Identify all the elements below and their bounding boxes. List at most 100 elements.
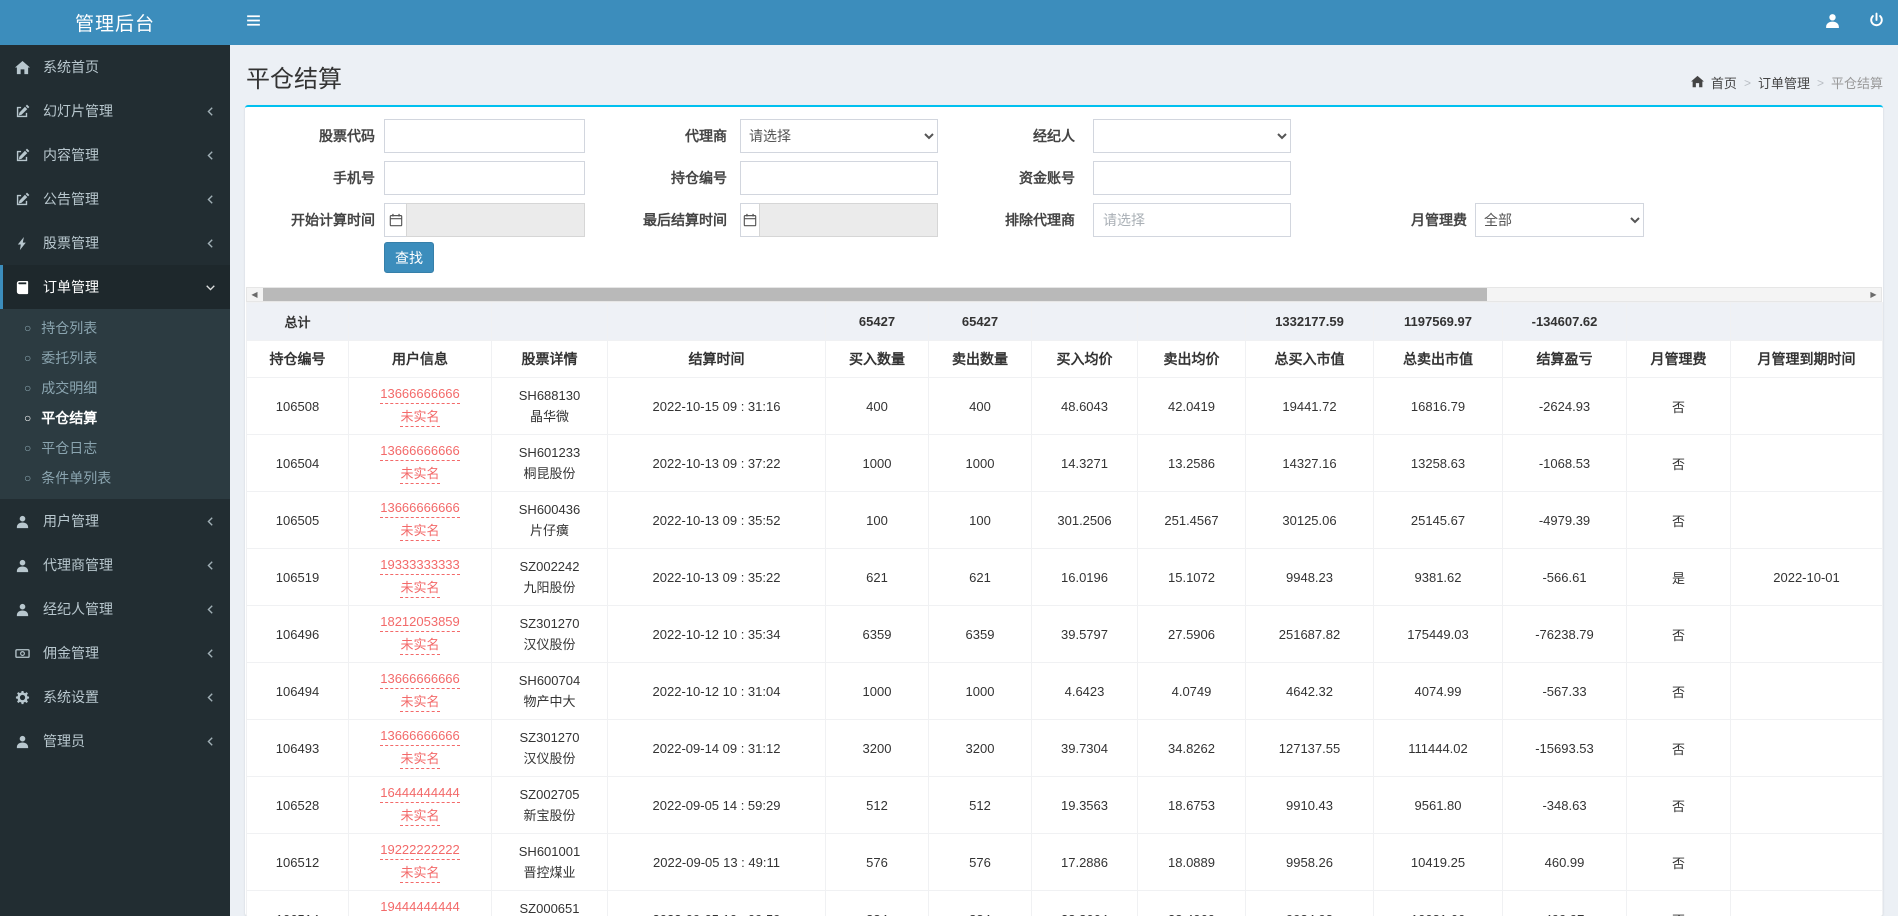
buy-avg-cell: 38.8664: [1031, 890, 1138, 916]
sidebar-item-1[interactable]: 幻灯片管理: [0, 89, 230, 133]
user-phone-link[interactable]: 13666666666: [380, 385, 460, 404]
profit-cell: -4979.39: [1502, 491, 1627, 549]
sidebar-toggle-button[interactable]: [230, 0, 276, 45]
breadcrumb-separator: >: [1743, 75, 1751, 90]
breadcrumb-section[interactable]: 订单管理: [1758, 73, 1810, 92]
fee-expire-cell: [1730, 833, 1883, 891]
stock-name: 汉仪股份: [523, 637, 576, 652]
sidebar-item-3[interactable]: 公告管理: [0, 177, 230, 221]
position-no-cell: 106528: [246, 776, 349, 834]
totals-cell: [348, 302, 492, 341]
user-phone-link[interactable]: 13666666666: [380, 670, 460, 689]
sidebar-subitem-4[interactable]: ○ 平仓日志: [0, 433, 230, 463]
circle-icon: ○: [24, 351, 32, 365]
fund-account-input[interactable]: [1093, 161, 1291, 195]
profit-cell: -15693.53: [1502, 719, 1627, 777]
sidebar-item-4[interactable]: 股票管理: [0, 221, 230, 265]
sell-qty-cell: 1000: [928, 662, 1032, 720]
user-phone-link[interactable]: 16444444444: [380, 784, 460, 803]
realname-status-link[interactable]: 未实名: [400, 864, 440, 883]
realname-status-link[interactable]: 未实名: [400, 693, 440, 712]
sidebar-item-7[interactable]: 代理商管理: [0, 543, 230, 587]
user-phone-link[interactable]: 19444444444: [380, 898, 460, 916]
exclude-agent-input[interactable]: [1093, 203, 1291, 237]
sidebar-subitem-label: 平仓日志: [41, 440, 98, 456]
realname-status-link[interactable]: 未实名: [400, 579, 440, 598]
user-info-cell: 13666666666 未实名: [348, 719, 492, 777]
scrollbar-track[interactable]: [262, 288, 1866, 301]
buy-qty-cell: 621: [825, 548, 929, 606]
agent-label: 代理商: [685, 128, 727, 144]
totals-cell: [491, 302, 608, 341]
sidebar-item-11[interactable]: 管理员: [0, 719, 230, 763]
breadcrumb-home[interactable]: 首页: [1711, 73, 1737, 92]
user-account-button[interactable]: [1810, 0, 1854, 45]
profit-cell: 499.97: [1502, 890, 1627, 916]
user-icon: [15, 733, 33, 749]
scrollbar-thumb[interactable]: [263, 288, 1487, 301]
sidebar-item-0[interactable]: 系统首页: [0, 45, 230, 89]
sidebar-item-6[interactable]: 用户管理: [0, 499, 230, 543]
realname-status-link[interactable]: 未实名: [400, 465, 440, 484]
sell-market-cell: 25145.67: [1373, 491, 1503, 549]
buy-market-cell: 9948.23: [1245, 548, 1374, 606]
start-calc-time-input[interactable]: [406, 203, 585, 237]
user-phone-link[interactable]: 19222222222: [380, 841, 460, 860]
buy-market-cell: 127137.55: [1245, 719, 1374, 777]
realname-status-link[interactable]: 未实名: [400, 522, 440, 541]
user-phone-link[interactable]: 13666666666: [380, 442, 460, 461]
sidebar-item-10[interactable]: 系统设置: [0, 675, 230, 719]
scroll-left-arrow[interactable]: ◀: [247, 288, 262, 301]
realname-status-link[interactable]: 未实名: [400, 408, 440, 427]
breadcrumb: 首页 > 订单管理 > 平仓结算: [1690, 73, 1883, 92]
buy-qty-cell: 1000: [825, 434, 929, 492]
sidebar-item-5[interactable]: 订单管理: [0, 265, 230, 309]
calendar-icon[interactable]: [740, 203, 759, 237]
stock-code: SH600704: [518, 673, 581, 688]
realname-status-link[interactable]: 未实名: [400, 636, 440, 655]
stock-code: SZ000651: [519, 901, 580, 916]
settle-time-cell: 2022-10-13 09 : 35:22: [607, 548, 826, 606]
sidebar-item-2[interactable]: 内容管理: [0, 133, 230, 177]
chevron-left-icon: [205, 150, 216, 161]
sidebar-item-8[interactable]: 经纪人管理: [0, 587, 230, 631]
sidebar-subitem-3[interactable]: ○ 平仓结算: [0, 403, 230, 433]
start-calc-time-group[interactable]: [384, 203, 585, 237]
user-phone-link[interactable]: 13666666666: [380, 499, 460, 518]
realname-status-link[interactable]: 未实名: [400, 750, 440, 769]
last-settle-time-input[interactable]: [759, 203, 938, 237]
totals-cell: -134607.62: [1502, 302, 1627, 341]
sidebar-subitem-label: 平仓结算: [41, 410, 98, 426]
search-button[interactable]: 查找: [384, 242, 434, 273]
realname-status-link[interactable]: 未实名: [400, 807, 440, 826]
scroll-right-arrow[interactable]: ▶: [1866, 288, 1881, 301]
table-row: 10651419444444444未实名 SZ000651 2022-09-05 …: [246, 890, 1883, 916]
buy-qty-cell: 400: [825, 377, 929, 435]
last-settle-time-group[interactable]: [740, 203, 938, 237]
user-phone-link[interactable]: 13666666666: [380, 727, 460, 746]
sidebar-item-9[interactable]: 佣金管理: [0, 631, 230, 675]
calendar-icon[interactable]: [384, 203, 406, 237]
broker-select[interactable]: [1093, 119, 1291, 153]
stock-code: SZ301270: [519, 730, 580, 745]
user-phone-link[interactable]: 18212053859: [380, 613, 460, 632]
sidebar-subitem-0[interactable]: ○ 持仓列表: [0, 313, 230, 343]
table-row: 106504 13666666666 未实名 SH601233 桐昆股份 2022-10-…: [246, 434, 1883, 492]
stock-name: 片仔癀: [529, 523, 569, 538]
position-no-cell: 106504: [246, 434, 349, 492]
money-icon: [15, 645, 33, 661]
sidebar-subitem-5[interactable]: ○ 条件单列表: [0, 463, 230, 493]
sidebar-subitem-2[interactable]: ○ 成交明细: [0, 373, 230, 403]
agent-select[interactable]: 请选择: [740, 119, 938, 153]
monthly-fee-select[interactable]: 全部: [1475, 203, 1644, 237]
logout-button[interactable]: [1854, 0, 1898, 45]
stock-code-input[interactable]: [384, 119, 585, 153]
phone-input[interactable]: [384, 161, 585, 195]
user-phone-link[interactable]: 19333333333: [380, 556, 460, 575]
home-icon: [15, 59, 33, 75]
horizontal-scrollbar[interactable]: ◀ ▶: [246, 287, 1882, 302]
sidebar-subitem-1[interactable]: ○ 委托列表: [0, 343, 230, 373]
sell-avg-cell: 18.6753: [1137, 776, 1246, 834]
position-no-input[interactable]: [740, 161, 938, 195]
table-row: 106494 13666666666 未实名 SH600704 物产中大 2022-10-…: [246, 662, 1883, 720]
